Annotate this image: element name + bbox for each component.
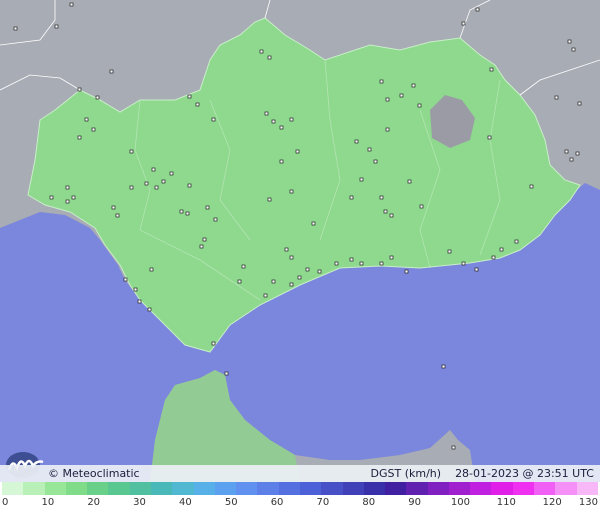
scale-swatch <box>193 482 215 495</box>
scale-swatch <box>406 482 428 495</box>
color-scale: 0 10 20 30 40 50 60 70 80 90 100 110 120 130 <box>0 482 600 517</box>
scale-swatch <box>534 482 556 495</box>
scale-tick-label: 0 <box>2 497 9 508</box>
scale-swatch <box>385 482 407 495</box>
scale-swatch <box>2 482 24 495</box>
scale-tick-label: 20 <box>87 497 101 508</box>
scale-swatch <box>87 482 109 495</box>
scale-swatch <box>299 482 322 495</box>
basemap <box>0 0 600 517</box>
scale-tick-label: 110 <box>496 497 516 508</box>
scale-swatch <box>576 482 598 495</box>
scale-swatch <box>278 482 300 495</box>
scale-swatch <box>491 482 513 495</box>
scale-tick-label: 40 <box>179 497 192 508</box>
scale-swatch <box>214 482 237 495</box>
scale-swatch <box>427 482 449 495</box>
scale-tick-label: 80 <box>362 497 376 508</box>
scale-swatch <box>108 482 130 495</box>
scale-tick-label: 10 <box>41 497 55 508</box>
variable-label: DGST (km/h) <box>370 467 442 480</box>
scale-swatch <box>448 482 471 495</box>
scale-swatch <box>512 482 535 495</box>
scale-tick-label: 100 <box>450 497 470 508</box>
scale-swatch <box>257 482 279 495</box>
scale-swatch <box>44 482 66 495</box>
scale-tick-label: 50 <box>224 497 238 508</box>
color-scale-bar <box>2 482 598 495</box>
scale-swatch <box>65 482 88 495</box>
scale-swatch <box>172 482 194 495</box>
scale-swatch <box>470 482 492 495</box>
scale-tick-label: 120 <box>542 497 562 508</box>
scale-tick-label: 60 <box>270 497 284 508</box>
scale-swatch <box>555 482 577 495</box>
scale-tick-label: 70 <box>316 497 330 508</box>
weather-map: © Meteoclimatic DGST (km/h) 28-01-2023 @… <box>0 0 600 517</box>
scale-swatch <box>23 482 45 495</box>
scale-swatch <box>236 482 258 495</box>
scale-swatch <box>321 482 343 495</box>
credit-bar: © Meteoclimatic DGST (km/h) 28-01-2023 @… <box>0 465 600 482</box>
copyright-text: © Meteoclimatic <box>48 467 140 480</box>
scale-swatch <box>363 482 386 495</box>
scale-tick-label: 30 <box>133 497 146 508</box>
scale-swatch <box>129 482 151 495</box>
scale-tick-label: 130 <box>578 497 598 508</box>
map-info: DGST (km/h) 28-01-2023 @ 23:51 UTC <box>371 467 594 480</box>
scale-swatch <box>342 482 364 495</box>
scale-swatch <box>150 482 173 495</box>
scale-tick-label: 90 <box>408 497 421 508</box>
timestamp-label: 28-01-2023 @ 23:51 UTC <box>455 467 594 480</box>
